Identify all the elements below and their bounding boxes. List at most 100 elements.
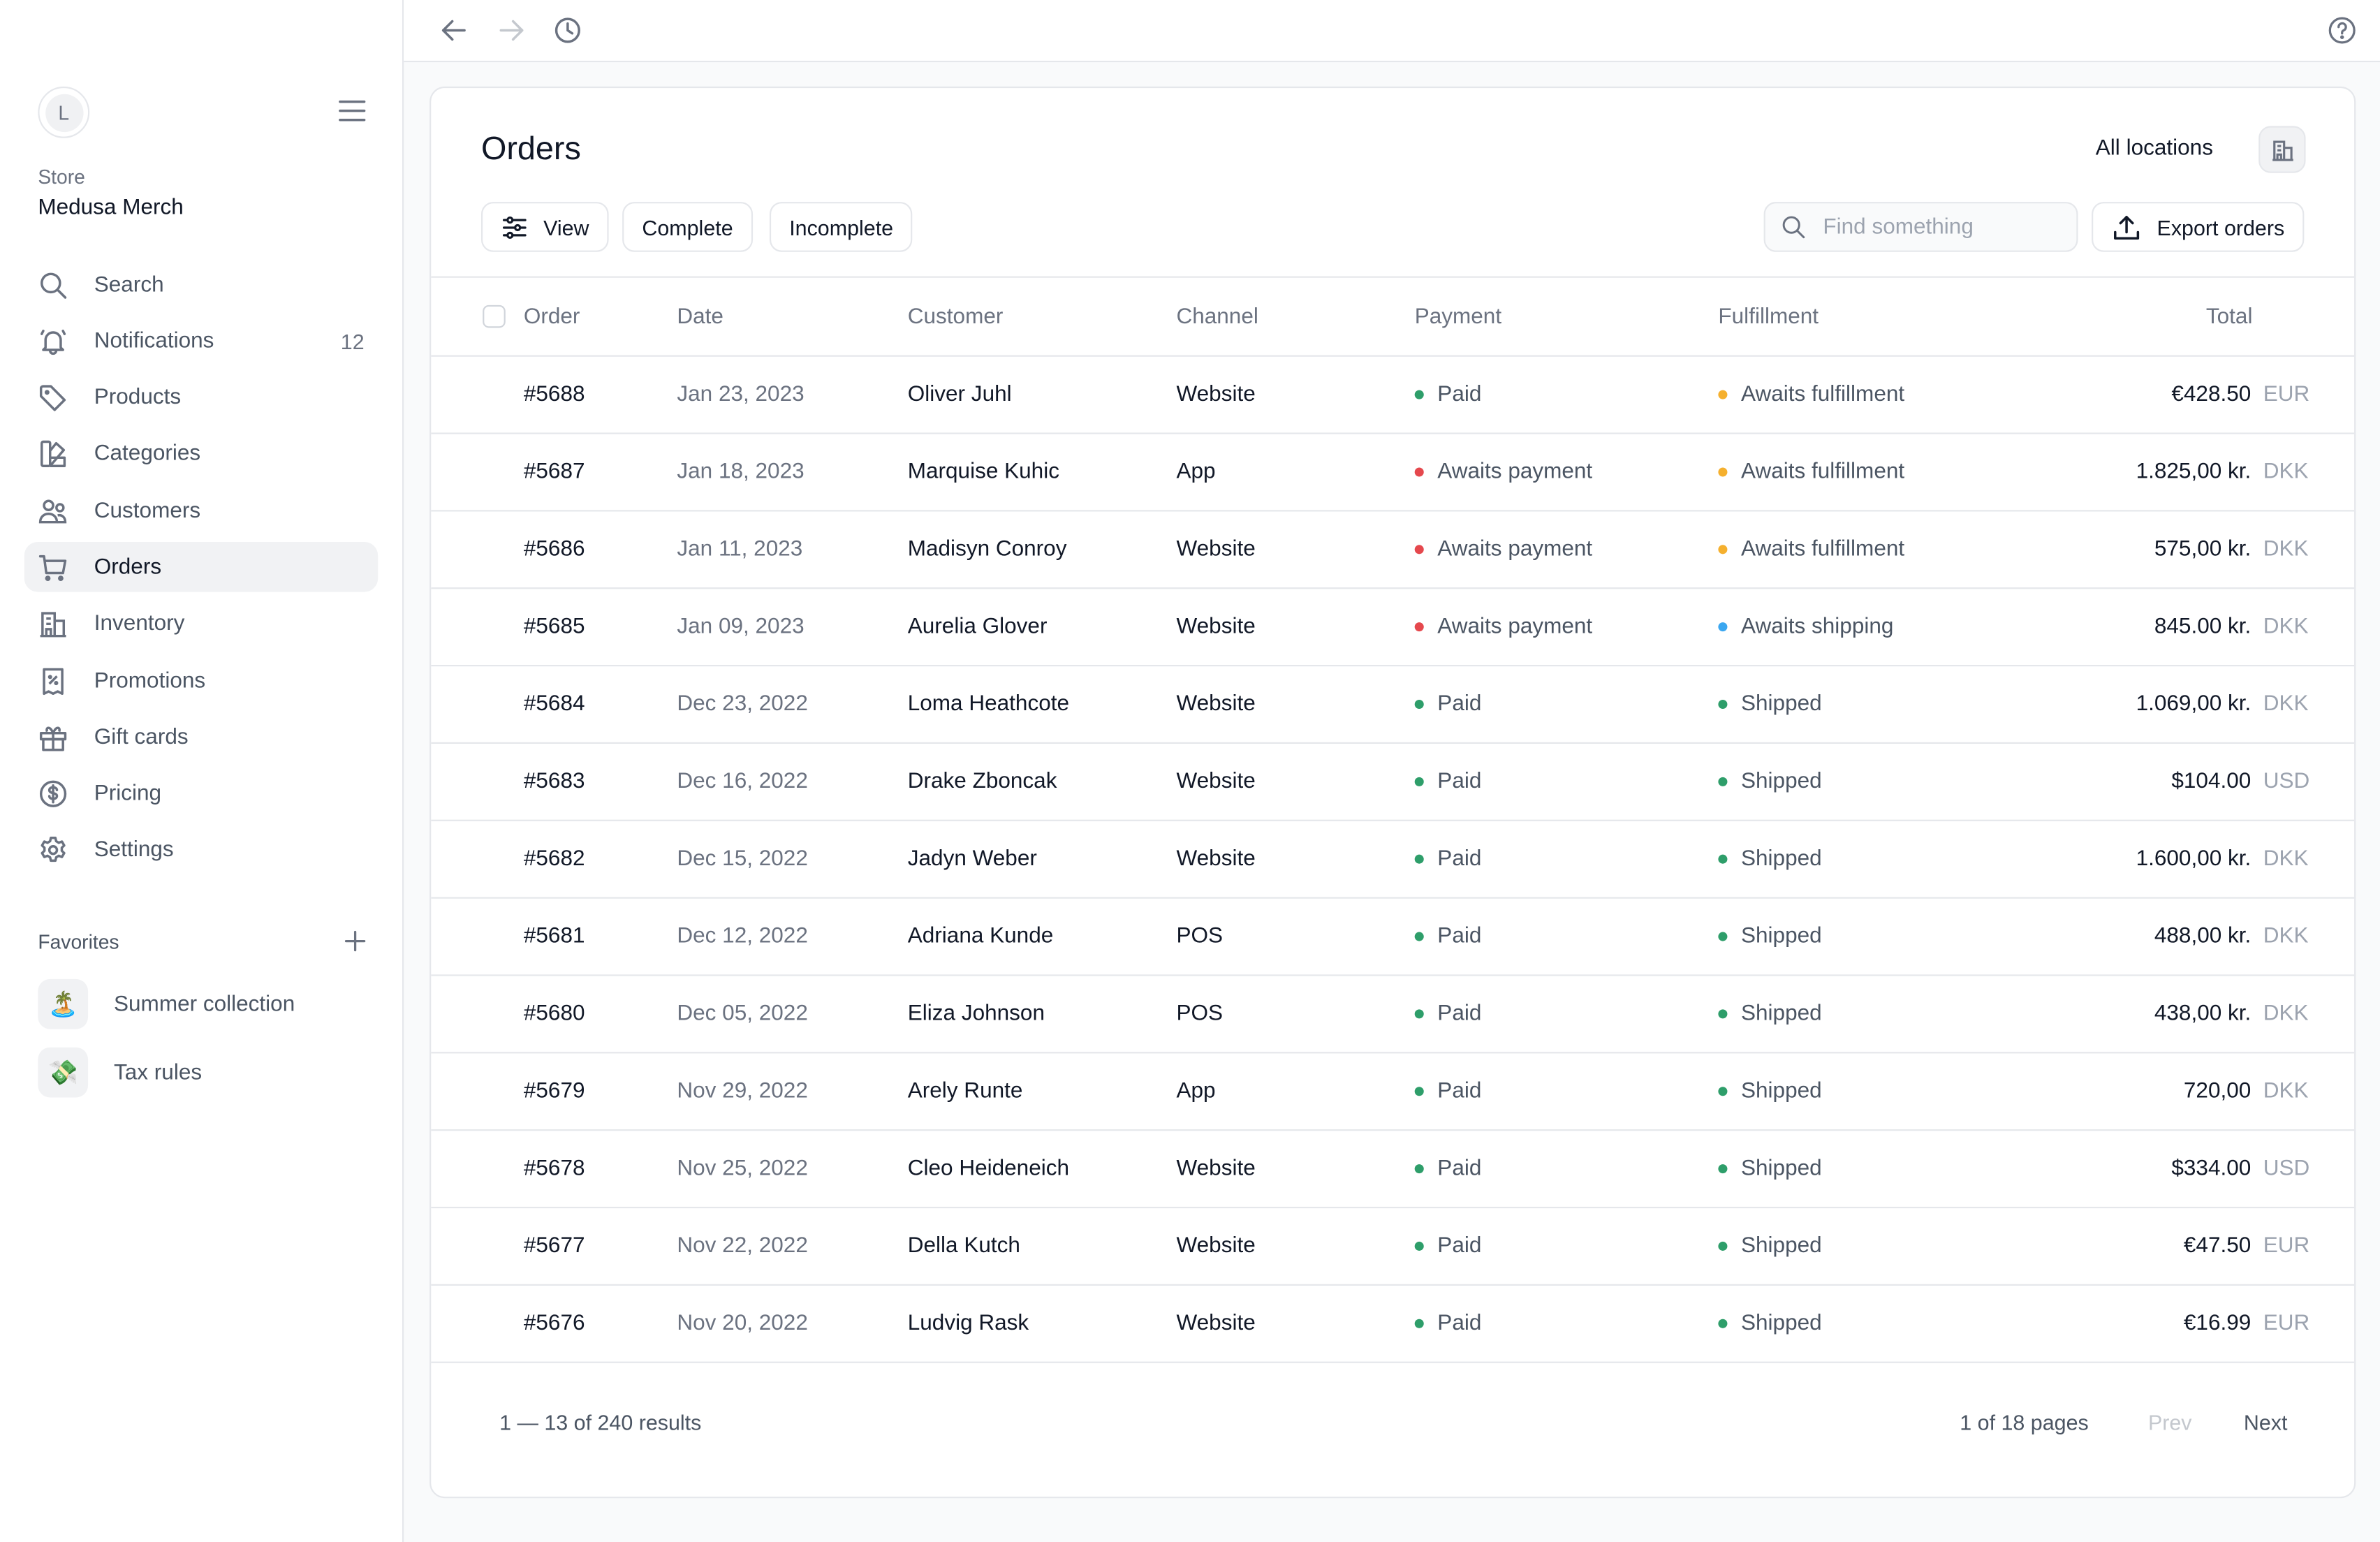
column-header-fulfillment[interactable]: Fulfillment <box>1718 278 1819 355</box>
sidebar-item-search[interactable]: Search <box>24 260 378 310</box>
fulfillment-status-dot-icon <box>1718 699 1728 710</box>
export-orders-button[interactable]: Export orders <box>2092 202 2305 252</box>
column-header-date[interactable]: Date <box>677 278 723 355</box>
table-row[interactable]: #5682 Dec 15, 2022 Jadyn Weber Website Paid S… <box>431 821 2355 899</box>
filter-complete-button[interactable]: Complete <box>622 202 753 252</box>
table-row[interactable]: #5684 Dec 23, 2022 Loma Heathcote Website Pa… <box>431 666 2355 744</box>
view-button[interactable]: View <box>480 202 609 252</box>
table-row[interactable]: #5686 Jan 11, 2023 Madisyn Conroy Website Aw… <box>431 511 2355 589</box>
sidebar-item-label: Notifications <box>94 329 214 353</box>
search-input[interactable] <box>1820 213 2069 241</box>
fulfillment-status-dot-icon <box>1718 1241 1728 1251</box>
sidebar-item-label: Gift cards <box>94 725 189 750</box>
order-number[interactable]: #5678 <box>524 1131 585 1207</box>
export-label: Export orders <box>2157 214 2285 240</box>
payment-status-dot-icon <box>1414 699 1424 710</box>
order-number[interactable]: #5683 <box>524 744 585 820</box>
order-number[interactable]: #5687 <box>524 434 585 511</box>
payment-status-dot-icon <box>1414 1241 1424 1251</box>
hamburger-menu-icon[interactable] <box>337 97 367 124</box>
sidebar-item-orders[interactable]: Orders <box>24 542 379 593</box>
customer-name: Oliver Juhl <box>907 382 1012 407</box>
sidebar-item-products[interactable]: Products <box>24 373 378 423</box>
order-number[interactable]: #5676 <box>524 1286 585 1362</box>
order-total: 1.069,00 kr. DKK <box>2136 666 2309 742</box>
arrow-left-icon[interactable] <box>437 14 471 47</box>
payment-status: Paid <box>1414 1286 1481 1362</box>
payment-status: Awaits payment <box>1414 511 1592 587</box>
order-number[interactable]: #5682 <box>524 821 585 897</box>
avatar-initial: L <box>45 93 83 132</box>
add-favorite-plus-icon[interactable] <box>343 929 367 953</box>
table-row[interactable]: #5680 Dec 05, 2022 Eliza Johnson POS Paid Shi… <box>431 976 2355 1054</box>
help-circle-icon[interactable] <box>2326 14 2359 47</box>
fulfillment-status: Shipped <box>1718 744 1822 820</box>
store-avatar[interactable]: L <box>38 86 90 138</box>
next-page-button[interactable]: Next <box>2244 1410 2288 1434</box>
column-header-customer[interactable]: Customer <box>908 278 1004 355</box>
fulfillment-status: Awaits shipping <box>1718 589 1893 665</box>
table-row[interactable]: #5679 Nov 29, 2022 Arely Runte App Paid Shipp… <box>431 1053 2355 1131</box>
order-number[interactable]: #5680 <box>524 976 585 1052</box>
order-number[interactable]: #5684 <box>524 666 585 742</box>
sidebar-item-categories[interactable]: Categories <box>24 429 378 480</box>
sales-channel: Website <box>1176 692 1256 717</box>
fulfillment-status-label: Shipped <box>1741 769 1822 794</box>
clock-icon[interactable] <box>551 14 585 47</box>
fulfillment-status-label: Shipped <box>1741 1079 1822 1104</box>
fulfillment-status-dot-icon <box>1718 854 1728 864</box>
favorite-tax-rules[interactable]: 💸 Tax rules <box>38 1047 295 1098</box>
total-currency: DKK <box>2263 924 2309 949</box>
fulfillment-status-dot-icon <box>1718 1009 1728 1019</box>
order-number[interactable]: #5685 <box>524 589 585 665</box>
order-total: 438,00 kr. DKK <box>2154 976 2309 1052</box>
sidebar-item-notifications[interactable]: Notifications 12 <box>24 316 378 367</box>
tag-icon <box>38 383 68 413</box>
location-selector-button[interactable] <box>2258 126 2306 173</box>
dollar-circle-icon <box>38 779 68 809</box>
column-header-order[interactable]: Order <box>524 278 580 355</box>
column-header-total[interactable]: Total <box>2206 278 2253 355</box>
customer-name: Della Kutch <box>907 1234 1020 1258</box>
order-number[interactable]: #5681 <box>524 899 585 975</box>
location-selector-label[interactable]: All locations <box>2096 137 2213 161</box>
table-row[interactable]: #5678 Nov 25, 2022 Cleo Heideneich Website P… <box>431 1131 2355 1209</box>
table-row[interactable]: #5677 Nov 22, 2022 Della Kutch Website Paid S… <box>431 1208 2355 1286</box>
sidebar-item-settings[interactable]: Settings <box>24 825 378 876</box>
prev-page-button[interactable]: Prev <box>2148 1410 2192 1434</box>
table-row[interactable]: #5687 Jan 18, 2023 Marquise Kuhic App Awaits… <box>431 434 2355 512</box>
sidebar-item-customers[interactable]: Customers <box>24 486 378 536</box>
order-number[interactable]: #5679 <box>524 1053 585 1129</box>
swatch-icon <box>38 439 68 469</box>
filter-incomplete-button[interactable]: Incomplete <box>769 202 913 252</box>
sidebar-item-label: Customers <box>94 499 201 524</box>
customer-name: Adriana Kunde <box>907 924 1054 949</box>
select-all-checkbox[interactable] <box>483 304 506 328</box>
order-number[interactable]: #5688 <box>524 357 585 433</box>
arrow-right-icon[interactable] <box>495 14 529 47</box>
sidebar-item-inventory[interactable]: Inventory <box>24 599 378 649</box>
sidebar-item-promotions[interactable]: Promotions <box>24 656 378 706</box>
total-amount: 845.00 kr. <box>2154 615 2252 640</box>
fulfillment-status-dot-icon <box>1718 622 1728 632</box>
sidebar-item-gift-cards[interactable]: Gift cards <box>24 712 378 763</box>
table-row[interactable]: #5688 Jan 23, 2023 Oliver Juhl Website Paid A… <box>431 357 2355 434</box>
column-header-payment[interactable]: Payment <box>1415 278 1501 355</box>
order-number[interactable]: #5677 <box>524 1208 585 1284</box>
table-row[interactable]: #5676 Nov 20, 2022 Ludvig Rask Website Paid S… <box>431 1286 2355 1363</box>
table-row[interactable]: #5683 Dec 16, 2022 Drake Zboncak Website Pai… <box>431 744 2355 821</box>
total-currency: DKK <box>2263 692 2309 717</box>
view-label: View <box>543 214 589 240</box>
payment-status-label: Paid <box>1437 1234 1482 1258</box>
sidebar-item-label: Inventory <box>94 612 185 637</box>
favorite-summer-collection[interactable]: 🏝️ Summer collection <box>38 978 295 1029</box>
table-row[interactable]: #5681 Dec 12, 2022 Adriana Kunde POS Paid Shi… <box>431 899 2355 976</box>
sidebar-item-pricing[interactable]: Pricing <box>24 769 378 819</box>
column-header-channel[interactable]: Channel <box>1176 278 1258 355</box>
store-name: Medusa Merch <box>38 196 184 221</box>
table-row[interactable]: #5685 Jan 09, 2023 Aurelia Glover Website Aw… <box>431 589 2355 667</box>
order-number[interactable]: #5686 <box>524 511 585 587</box>
fulfillment-status-label: Shipped <box>1741 1234 1822 1258</box>
island-icon: 🏝️ <box>38 978 89 1029</box>
customer-name: Jadyn Weber <box>907 846 1037 872</box>
